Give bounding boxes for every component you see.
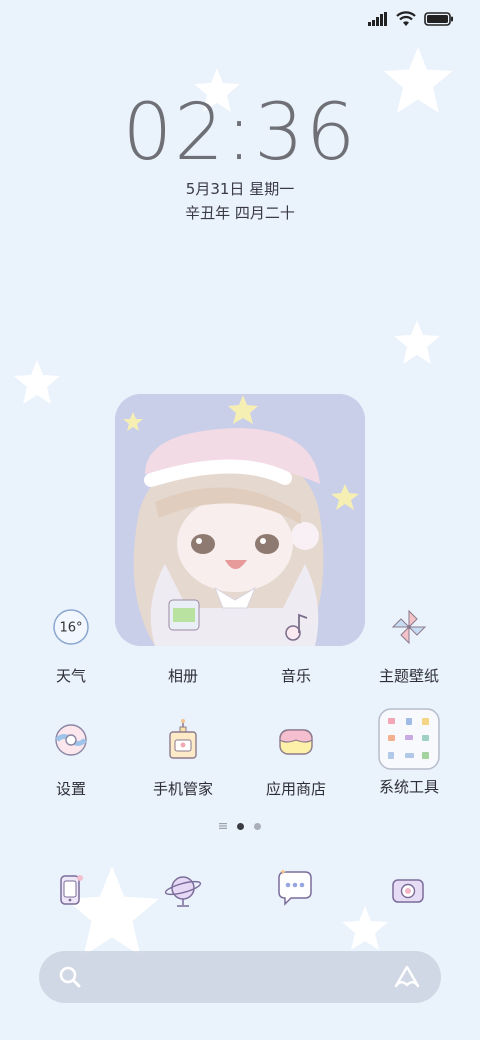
app-settings-label: 设置 [55,780,86,798]
weather-temp: 16° [59,621,82,636]
app-weather[interactable]: 16° 天气 [16,599,126,686]
folder-system-tools[interactable]: 系统工具 [354,708,464,797]
browser-globe-icon[interactable] [155,862,211,918]
app-theme-wallpaper[interactable]: 主题壁纸 [354,599,464,686]
folder-icon [378,708,440,770]
signal-icon [368,12,387,26]
app-theme-label: 主题壁纸 [378,667,439,685]
date-label[interactable]: 5月31日 星期一 [0,178,480,199]
app-store[interactable]: 应用商店 [241,712,351,799]
status-bar [368,8,454,30]
battery-icon [424,12,453,26]
folder-label: 系统工具 [378,778,439,796]
home-screen: { "status_bar": { "signal_icon": "signal… [0,0,480,1040]
app-settings[interactable]: 设置 [16,712,126,799]
weather-icon: 16° [43,599,99,655]
settings-icon [43,712,99,768]
page-dot[interactable] [254,822,261,830]
phone-icon[interactable] [42,862,98,918]
page-dot-active[interactable] [237,822,244,830]
app-store-label: 应用商店 [265,780,326,798]
app-phone-manager[interactable]: 手机管家 [128,712,238,799]
camera-icon[interactable] [380,862,436,918]
assistant-icon[interactable] [393,964,421,990]
app-gallery-label: 相册 [167,667,198,685]
star-decoration [14,360,60,404]
search-icon[interactable] [59,966,81,988]
app-weather-label: 天气 [55,667,86,685]
app-music-label: 音乐 [280,667,311,685]
app-gallery[interactable]: 相册 [128,599,238,686]
messages-icon[interactable] [267,860,323,916]
app-music[interactable]: 音乐 [241,599,351,686]
star-decoration [394,320,440,364]
page-list-icon[interactable] [219,822,227,830]
app-phone-manager-label: 手机管家 [152,780,213,798]
search-bar[interactable] [39,951,441,1003]
wifi-icon [396,11,416,26]
lunar-date-label: 辛丑年 四月二十 [185,204,295,222]
pinwheel-icon [381,599,437,655]
page-indicator [0,822,480,830]
music-icon [268,599,324,655]
security-icon [155,712,211,768]
clock[interactable]: 02:36 [0,88,480,178]
gallery-icon [155,599,211,655]
app-store-icon [268,712,324,768]
